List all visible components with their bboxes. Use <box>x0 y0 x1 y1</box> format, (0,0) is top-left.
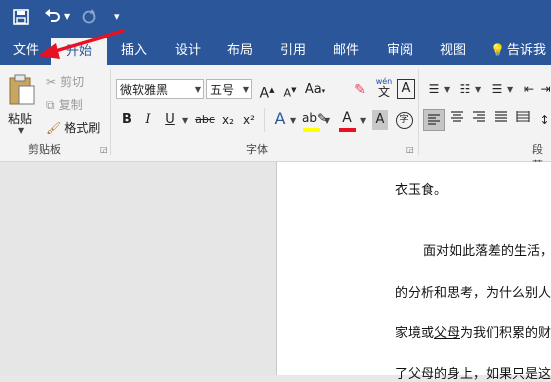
font-color-bar <box>339 128 356 132</box>
underline-dropdown-icon[interactable]: ▼ <box>182 116 188 125</box>
change-case-button[interactable]: Aa▾ <box>303 80 327 100</box>
tab-mailings[interactable]: 邮件 <box>324 36 368 65</box>
document-line: 衣玉食。 <box>395 183 448 198</box>
chevron-down-icon: ▼ <box>242 85 249 94</box>
clipboard-group-label: 剪贴板 <box>28 143 61 156</box>
subscript-button[interactable]: x₂ <box>219 110 237 130</box>
align-right-icon <box>473 111 485 122</box>
document-area: 衣玉食。 面对如此落差的生活， 的分析和思考，为什么别人 家境或父母为我们积累的… <box>0 162 551 382</box>
copy-icon: ⧉ <box>46 98 55 112</box>
align-right-button[interactable] <box>470 110 488 130</box>
red-arrow-annotation <box>38 29 125 59</box>
character-shading-button[interactable]: A <box>372 110 388 130</box>
chevron-down-icon: ▼ <box>194 85 201 94</box>
distributed-icon <box>516 111 530 122</box>
align-left-icon <box>428 114 440 125</box>
text-effects-button[interactable]: A <box>271 109 289 129</box>
superscript-button[interactable]: x² <box>240 110 258 130</box>
chevron-down-icon[interactable]: ▼ <box>360 116 366 125</box>
eraser-icon: ✎ <box>354 82 366 98</box>
bold-button[interactable]: B <box>119 110 135 130</box>
chevron-down-icon[interactable]: ▼ <box>444 85 450 94</box>
tab-design[interactable]: 设计 <box>166 36 210 65</box>
shrink-font-button[interactable]: A▼ <box>280 80 300 100</box>
strikethrough-button[interactable]: abc <box>194 110 216 130</box>
justify-icon <box>495 111 507 122</box>
enclose-characters-button[interactable]: 字 <box>395 109 413 129</box>
copy-button[interactable]: ⧉ 复制 <box>46 96 83 113</box>
line-spacing-button[interactable]: ↕ <box>538 110 551 130</box>
grow-font-button[interactable]: A▲ <box>257 80 277 102</box>
font-size-select[interactable]: 五号 ▼ <box>206 79 252 99</box>
chevron-down-icon[interactable]: ▼ <box>475 85 481 94</box>
multilevel-list-button[interactable]: ☰ <box>488 79 506 99</box>
divider <box>264 108 265 132</box>
document-line: 的分析和思考，为什么别人 <box>395 286 551 301</box>
divider <box>418 69 419 155</box>
tab-view[interactable]: 视图 <box>431 36 475 65</box>
italic-button[interactable]: I <box>140 110 156 130</box>
font-color-button[interactable]: A <box>339 108 355 128</box>
distributed-button[interactable] <box>514 110 532 130</box>
brush-icon: 🖌 <box>46 121 62 135</box>
chevron-down-icon[interactable]: ▼ <box>507 85 513 94</box>
bullets-button[interactable]: ☰ <box>425 79 443 99</box>
underline-button[interactable]: U <box>162 110 178 130</box>
highlight-button[interactable]: ab✎ <box>302 108 327 128</box>
font-name-select[interactable]: 微软雅黑 ▼ <box>116 79 204 99</box>
font-group-label: 字体 <box>246 143 268 156</box>
document-line-with-link: 家境或父母为我们积累的财 <box>395 322 551 341</box>
clear-formatting-button[interactable]: ✎ <box>350 80 370 100</box>
decrease-indent-button[interactable]: ⇤ <box>520 79 538 99</box>
align-left-button[interactable] <box>423 109 445 131</box>
chevron-down-icon[interactable]: ▼ <box>290 116 296 125</box>
document-page[interactable]: 衣玉食。 面对如此落差的生活， 的分析和思考，为什么别人 家境或父母为我们积累的… <box>276 162 551 382</box>
increase-indent-button[interactable]: ⇥ <box>540 79 551 99</box>
tab-layout[interactable]: 布局 <box>218 36 262 65</box>
tab-review[interactable]: 审阅 <box>378 36 422 65</box>
clipboard-launcher-icon[interactable]: ◲ <box>100 145 108 154</box>
document-line: 面对如此落差的生活， <box>423 244 551 259</box>
font-launcher-icon[interactable]: ◲ <box>406 145 414 154</box>
tab-tell-me[interactable]: 💡 告诉我 <box>490 36 551 65</box>
chevron-down-icon[interactable]: ▼ <box>324 116 330 125</box>
document-text: 家境或 <box>395 326 435 341</box>
highlight-color-bar <box>303 128 320 132</box>
document-text: 为我们积累的财 <box>460 326 551 341</box>
numbering-button[interactable]: ☷ <box>456 79 474 99</box>
format-painter-button[interactable]: 🖌 格式刷 <box>46 119 100 136</box>
align-center-icon <box>451 111 463 122</box>
lightbulb-icon: 💡 <box>490 43 505 57</box>
divider <box>110 69 111 155</box>
align-center-button[interactable] <box>448 110 466 130</box>
justify-button[interactable] <box>492 110 510 130</box>
underlined-word: 父母 <box>434 326 461 341</box>
character-border-button[interactable]: A <box>397 79 415 99</box>
tab-references[interactable]: 引用 <box>271 36 315 65</box>
phonetic-guide-button[interactable]: wén 文 <box>373 76 395 102</box>
paste-dropdown-icon[interactable]: ▼ <box>18 126 24 135</box>
document-line: 了父母的身上，如果只是这 <box>395 367 551 382</box>
